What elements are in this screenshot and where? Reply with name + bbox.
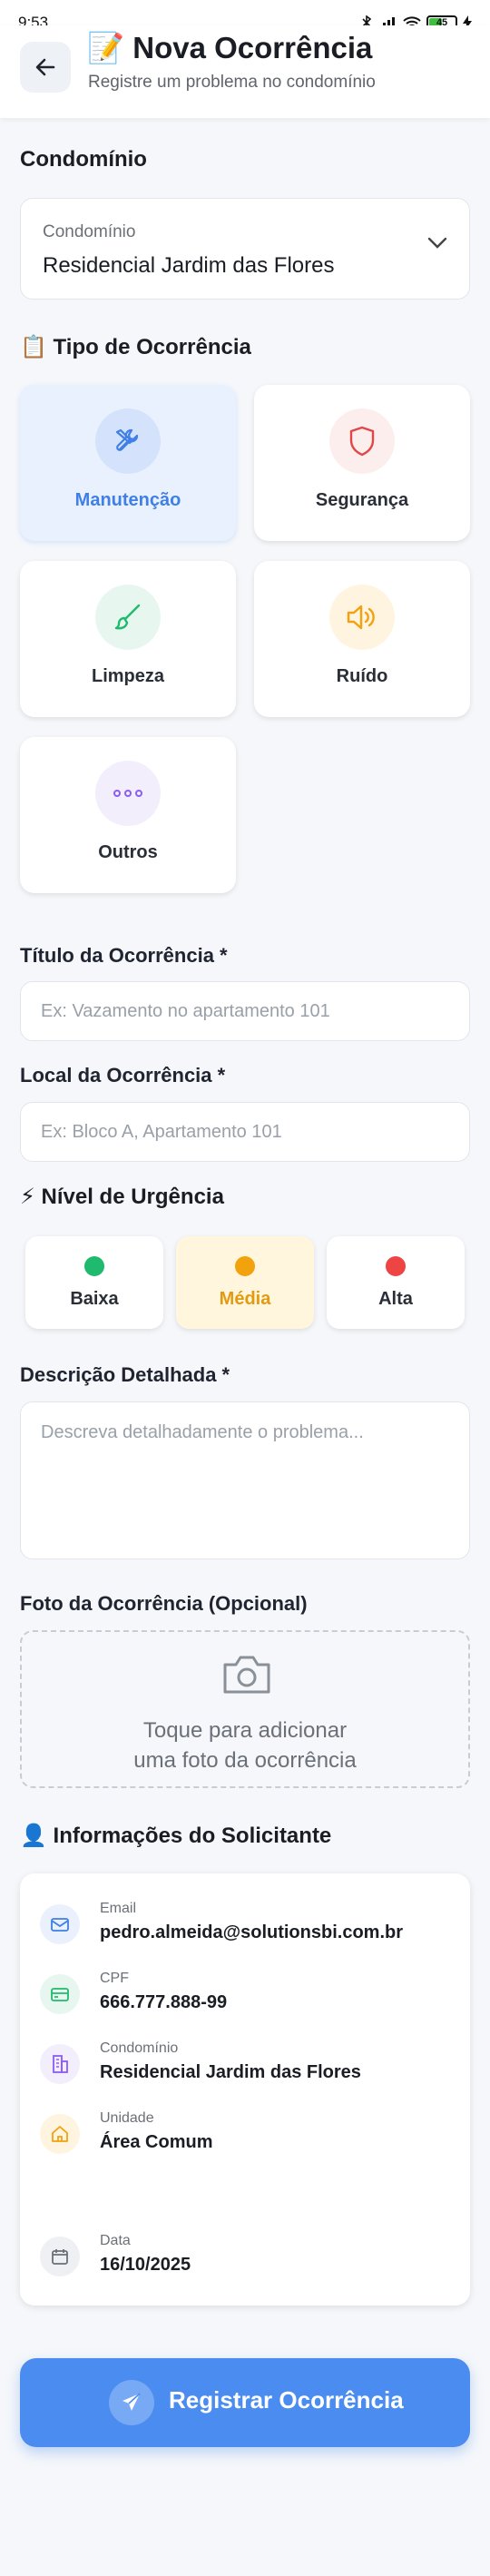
shield-icon — [329, 408, 395, 474]
mail-icon — [40, 1904, 80, 1944]
solicitante-card: Email pedro.almeida@solutionsbi.com.br C… — [20, 1873, 470, 2306]
type-label: Segurança — [315, 490, 409, 510]
descricao-textarea[interactable]: Descreva detalhadamente o problema... — [20, 1401, 470, 1559]
camera-icon — [223, 1656, 270, 1694]
tipo-section-title: 📋 Tipo de Ocorrência — [20, 335, 251, 359]
arrow-left-icon — [35, 58, 55, 76]
type-label: Ruído — [336, 666, 388, 686]
page-subtitle: Registre um problema no condomínio — [88, 73, 376, 92]
foto-label: Foto da Ocorrência (Opcional) — [20, 1592, 308, 1615]
card-icon — [40, 1974, 80, 2014]
page-title: 📝 Nova Ocorrência — [87, 31, 373, 64]
condominio-select[interactable]: Condomínio Residencial Jardim das Flores — [20, 198, 470, 300]
type-label: Outros — [98, 842, 158, 862]
back-button[interactable] — [20, 42, 71, 93]
photo-upload-line1: Toque para adicionar — [142, 1718, 348, 1743]
info-row-email: Email pedro.almeida@solutionsbi.com.br — [40, 1901, 448, 1952]
urgency-option-baixa[interactable]: Baixa — [25, 1236, 163, 1329]
photo-upload-line2: uma foto da ocorrência — [133, 1748, 357, 1773]
info-label: Data — [100, 2233, 131, 2248]
info-value: 16/10/2025 — [100, 2255, 191, 2275]
app-header: 📝 Nova Ocorrência Registre um problema n… — [0, 25, 490, 118]
titulo-label: Título da Ocorrência * — [20, 944, 228, 967]
titulo-input[interactable]: Ex: Vazamento no apartamento 101 — [20, 981, 470, 1041]
urgency-option-media[interactable]: Média — [176, 1236, 314, 1329]
info-value: pedro.almeida@solutionsbi.com.br — [100, 1922, 403, 1942]
descricao-label: Descrição Detalhada * — [20, 1363, 230, 1386]
building-icon — [40, 2044, 80, 2084]
type-option-limpeza[interactable]: Limpeza — [20, 561, 236, 717]
home-icon — [40, 2114, 80, 2154]
local-label: Local da Ocorrência * — [20, 1064, 226, 1086]
urgency-label: Alta — [378, 1289, 413, 1309]
urgencia-section-title: ⚡ Nível de Urgência — [20, 1185, 224, 1209]
info-label: Email — [100, 1901, 137, 1916]
send-icon — [109, 2380, 154, 2425]
type-option-manutencao[interactable]: Manutenção — [20, 385, 236, 541]
calendar-icon — [40, 2237, 80, 2276]
type-option-outros[interactable]: Outros — [20, 737, 236, 893]
urgency-label: Média — [219, 1289, 271, 1309]
chevron-down-icon — [427, 237, 447, 249]
submit-button[interactable]: Registrar Ocorrência — [20, 2358, 470, 2447]
brush-icon — [95, 585, 161, 650]
condominio-select-value: Residencial Jardim das Flores — [43, 253, 335, 278]
info-value: 666.777.888-99 — [100, 1992, 228, 2012]
info-value: Residencial Jardim das Flores — [100, 2062, 361, 2082]
submit-label: Registrar Ocorrência — [169, 2386, 404, 2414]
urgency-dot — [84, 1256, 104, 1276]
local-input[interactable]: Ex: Bloco A, Apartamento 101 — [20, 1102, 470, 1162]
solicitante-section-title: 👤 Informações do Solicitante — [20, 1824, 332, 1848]
urgency-label: Baixa — [70, 1289, 119, 1309]
type-option-seguranca[interactable]: Segurança — [254, 385, 470, 541]
info-row-cpf: CPF 666.777.888-99 — [40, 1971, 448, 2021]
info-value: Área Comum — [100, 2132, 213, 2152]
type-label: Manutenção — [74, 490, 181, 510]
info-row-condominio: Condomínio Residencial Jardim das Flores — [40, 2040, 448, 2091]
speaker-icon — [329, 585, 395, 650]
urgency-dot — [235, 1256, 255, 1276]
urgency-option-alta[interactable]: Alta — [327, 1236, 465, 1329]
tools-icon — [95, 408, 161, 474]
condominio-select-label: Condomínio — [43, 222, 136, 241]
condominio-section-title: Condomínio — [20, 147, 147, 172]
more-icon — [95, 761, 161, 826]
type-label: Limpeza — [91, 666, 165, 686]
urgency-dot — [386, 1256, 406, 1276]
info-row-unidade: Unidade Área Comum — [40, 2110, 448, 2161]
photo-upload-area[interactable]: Toque para adicionar uma foto da ocorrên… — [20, 1630, 470, 1788]
type-option-ruido[interactable]: Ruído — [254, 561, 470, 717]
info-label: CPF — [100, 1971, 129, 1986]
photo-upload-text: Toque para adicionar uma foto da ocorrên… — [22, 1716, 468, 1775]
info-row-data: Data 16/10/2025 — [40, 2233, 448, 2284]
info-label: Unidade — [100, 2110, 154, 2126]
info-label: Condomínio — [100, 2040, 179, 2056]
